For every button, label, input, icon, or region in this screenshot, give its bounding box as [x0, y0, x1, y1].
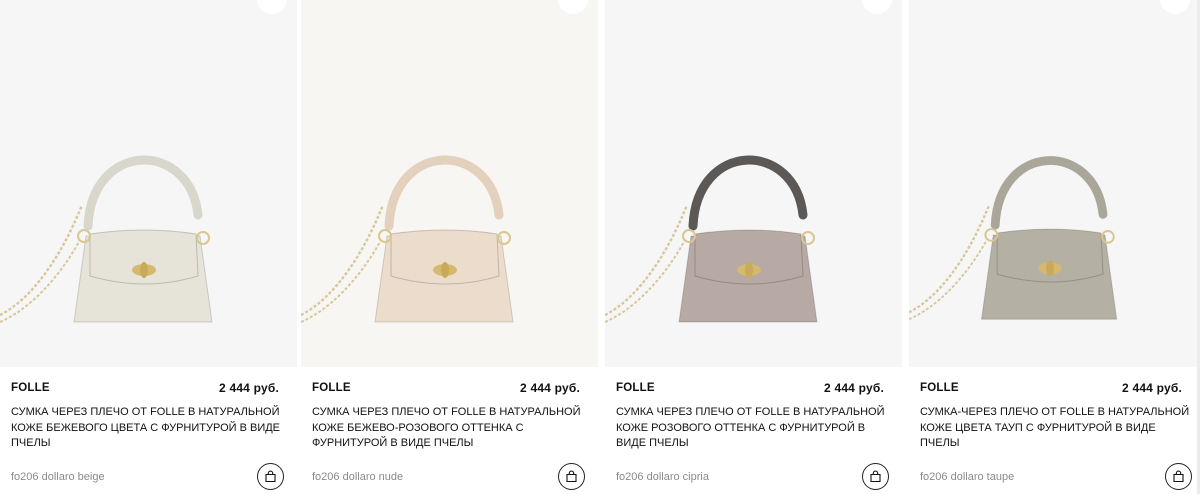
bag-handle [990, 156, 1108, 230]
product-card[interactable]: FOLLE 2 444 руб. СУМКА ЧЕРЕЗ ПЛЕЧО ОТ FO… [0, 0, 297, 494]
chain-strap [605, 204, 689, 317]
shopping-bag-icon [265, 470, 276, 483]
product-image[interactable] [605, 0, 902, 367]
product-card[interactable]: FOLLE 2 444 руб. СУМКА ЧЕРЕЗ ПЛЕЧО ОТ FO… [301, 0, 598, 494]
product-title[interactable]: СУМКА ЧЕРЕЗ ПЛЕЧО ОТ FOLLE В НАТУРАЛЬНОЙ… [616, 405, 892, 452]
product-brand[interactable]: FOLLE [616, 382, 655, 394]
product-price: 2 444 руб. [520, 381, 580, 395]
product-sku: fo206 dollaro nude [312, 471, 404, 483]
product-sku: fo206 dollaro taupe [920, 471, 1015, 483]
handbag-illustration [301, 155, 514, 323]
product-info: FOLLE 2 444 руб. СУМКА ЧЕРЕЗ ПЛЕЧО ОТ FO… [0, 367, 297, 494]
handbag-illustration [605, 155, 818, 323]
product-grid: FOLLE 2 444 руб. СУМКА ЧЕРЕЗ ПЛЕЧО ОТ FO… [0, 0, 1200, 494]
shopping-bag-icon [1173, 470, 1184, 483]
product-price: 2 444 руб. [219, 381, 279, 395]
brand-price-row: FOLLE 2 444 руб. [312, 381, 580, 395]
product-title[interactable]: СУМКА ЧЕРЕЗ ПЛЕЧО ОТ FOLLE В НАТУРАЛЬНОЙ… [312, 405, 588, 452]
product-sku: fo206 dollaro cipria [616, 471, 709, 483]
bag-handle [384, 155, 504, 231]
brand-price-row: FOLLE 2 444 руб. [11, 381, 279, 395]
shopping-bag-icon [870, 470, 881, 483]
product-info: FOLLE 2 444 руб. СУМКА-ЧЕРЕЗ ПЛЕЧО ОТ FO… [909, 367, 1200, 494]
bee-clasp [1046, 260, 1055, 277]
handbag-illustration [909, 156, 1118, 321]
brand-price-row: FOLLE 2 444 руб. [616, 381, 884, 395]
product-image[interactable] [909, 0, 1200, 367]
product-title[interactable]: СУМКА-ЧЕРЕЗ ПЛЕЧО ОТ FOLLE В НАТУРАЛЬНОЙ… [920, 405, 1190, 452]
product-brand[interactable]: FOLLE [312, 382, 351, 394]
bee-clasp [441, 262, 449, 278]
product-info: FOLLE 2 444 руб. СУМКА ЧЕРЕЗ ПЛЕЧО ОТ FO… [301, 367, 598, 494]
add-to-cart-button[interactable] [558, 463, 585, 490]
shopping-bag-icon [566, 470, 577, 483]
bag-handle [83, 155, 203, 231]
add-to-cart-button[interactable] [257, 463, 284, 490]
product-card[interactable]: FOLLE 2 444 руб. СУМКА-ЧЕРЕЗ ПЛЕЧО ОТ FO… [909, 0, 1200, 494]
bag-handle [688, 155, 808, 231]
bee-clasp [745, 262, 753, 278]
product-price: 2 444 руб. [824, 381, 884, 395]
product-image[interactable] [301, 0, 598, 367]
brand-price-row: FOLLE 2 444 руб. [920, 381, 1182, 395]
chain-strap [0, 204, 84, 317]
product-brand[interactable]: FOLLE [920, 382, 959, 394]
add-to-cart-button[interactable] [1165, 463, 1192, 490]
product-brand[interactable]: FOLLE [11, 382, 50, 394]
product-info: FOLLE 2 444 руб. СУМКА ЧЕРЕЗ ПЛЕЧО ОТ FO… [605, 367, 902, 494]
chain-strap [301, 204, 385, 317]
chain-strap [909, 204, 991, 314]
product-title[interactable]: СУМКА ЧЕРЕЗ ПЛЕЧО ОТ FOLLE В НАТУРАЛЬНОЙ… [11, 405, 287, 452]
product-card[interactable]: FOLLE 2 444 руб. СУМКА ЧЕРЕЗ ПЛЕЧО ОТ FO… [605, 0, 902, 494]
add-to-cart-button[interactable] [862, 463, 889, 490]
product-image[interactable] [0, 0, 297, 367]
handbag-illustration [0, 155, 213, 323]
product-price: 2 444 руб. [1122, 381, 1182, 395]
product-sku: fo206 dollaro beige [11, 471, 105, 483]
bee-clasp [140, 262, 148, 278]
